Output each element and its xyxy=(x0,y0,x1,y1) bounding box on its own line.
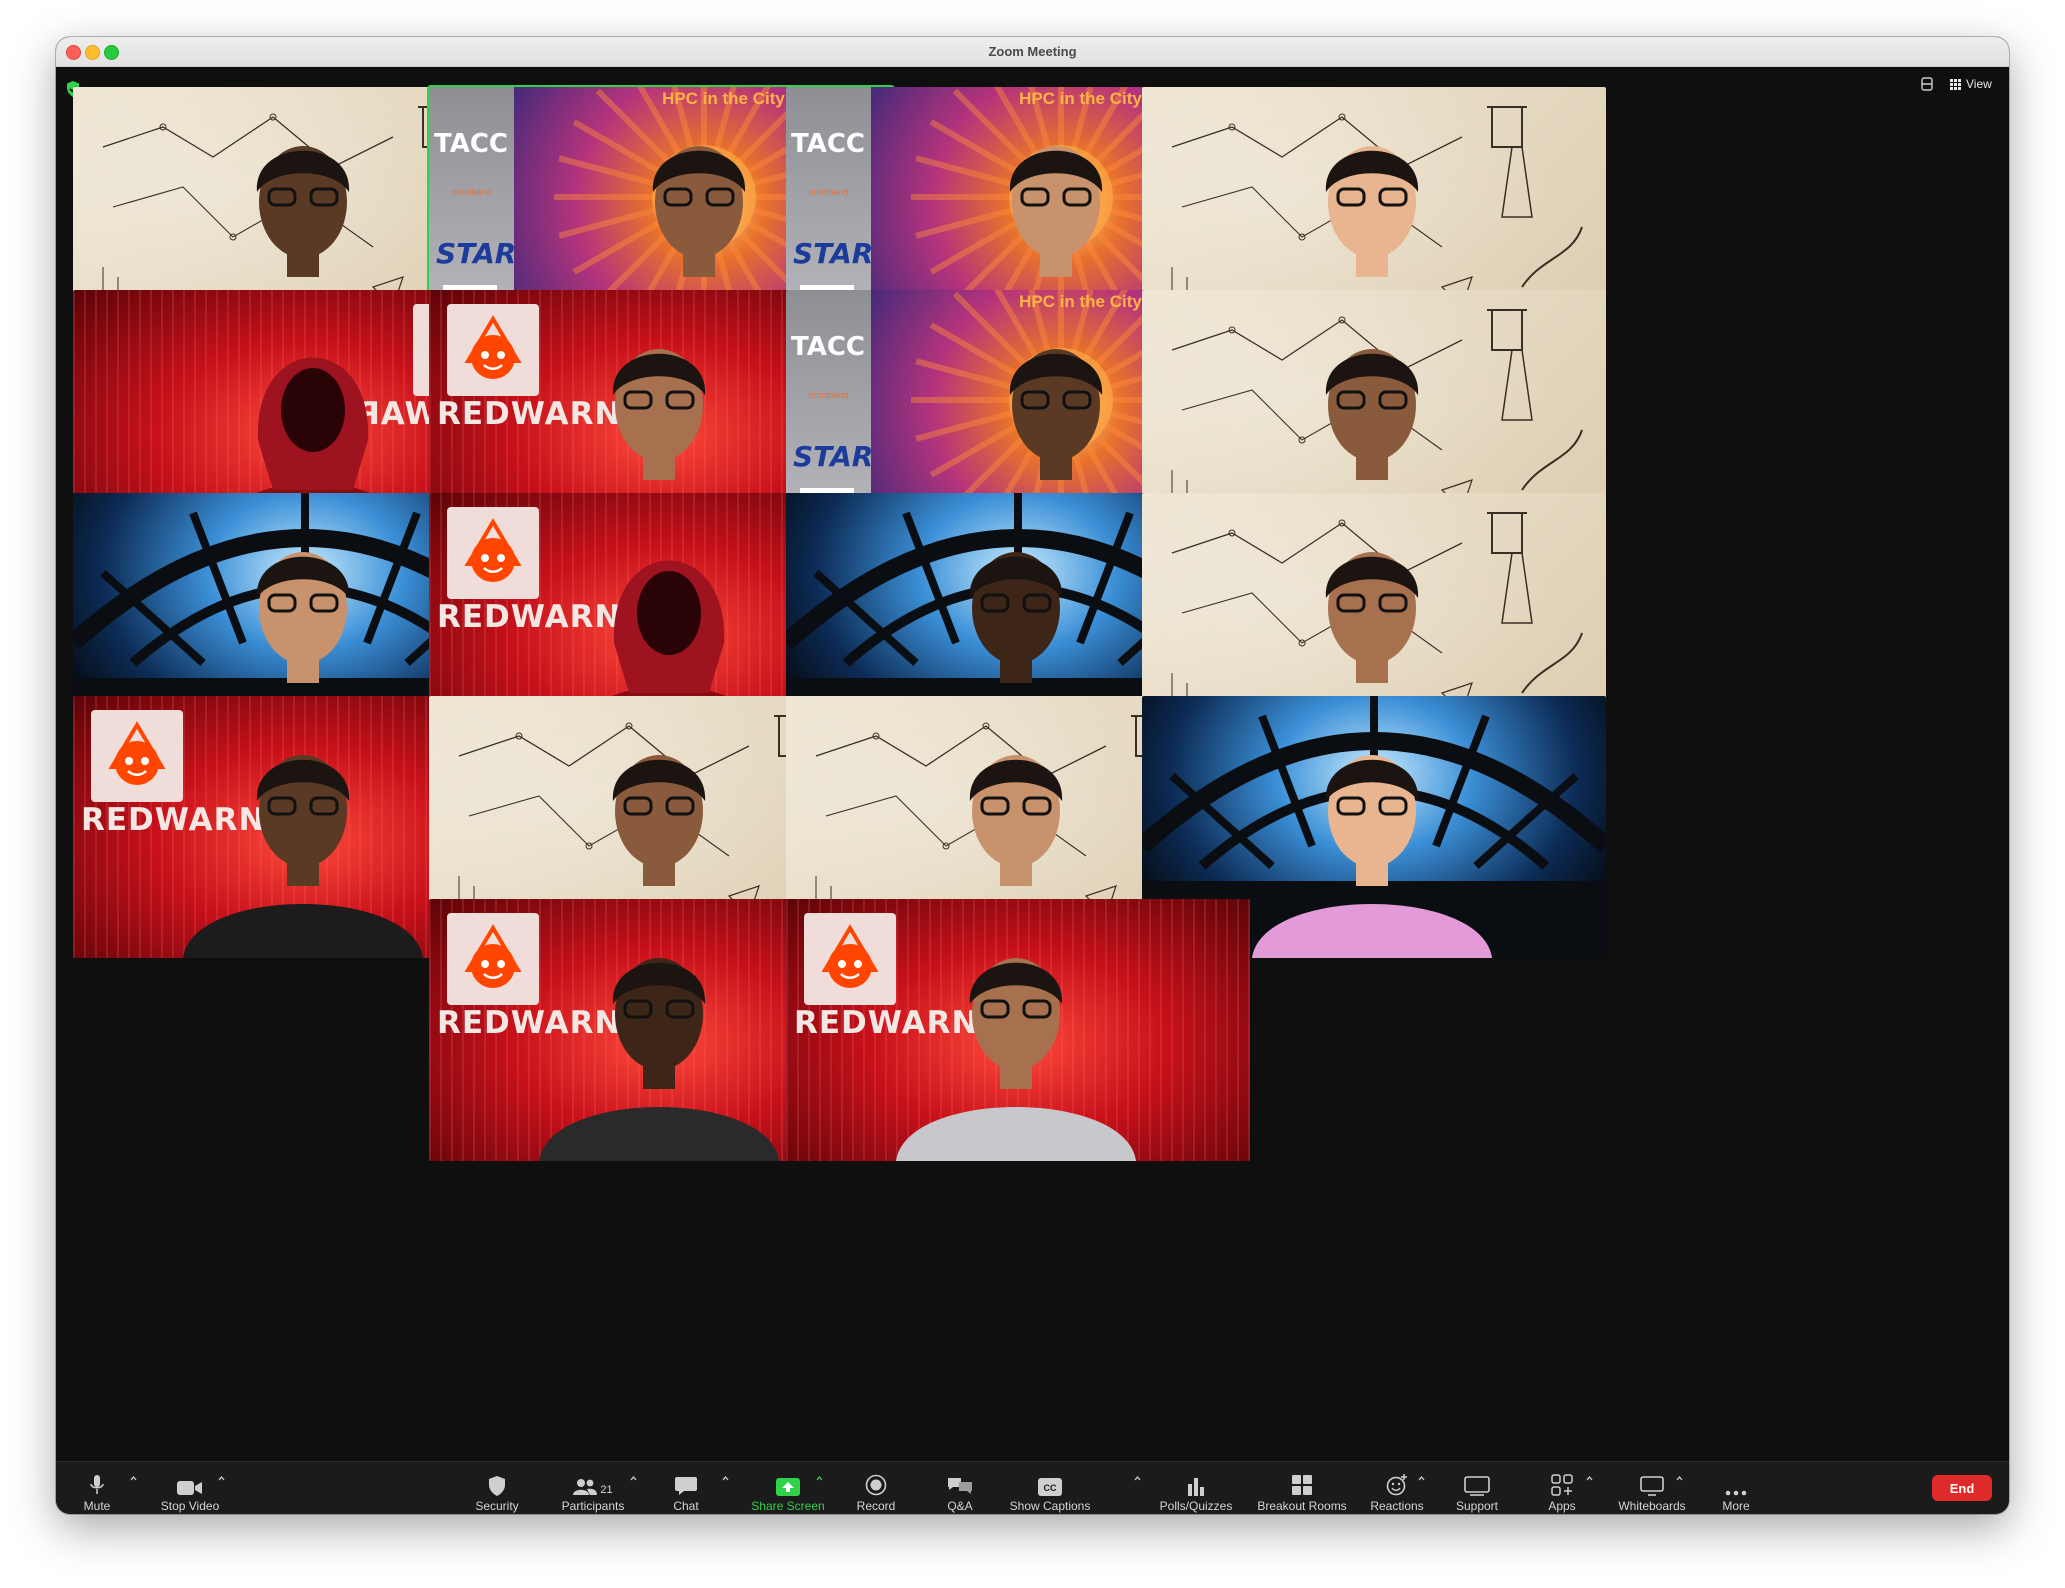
apps-options-chevron-icon[interactable] xyxy=(1586,1475,1593,1482)
svg-text:CC: CC xyxy=(1044,1483,1057,1493)
reactions-smiley-icon xyxy=(1386,1474,1407,1496)
apps-button[interactable]: Apps xyxy=(1530,1462,1594,1514)
whiteboards-label: Whiteboards xyxy=(1618,1499,1686,1513)
qa-label: Q&A xyxy=(947,1499,973,1513)
chat-button[interactable]: Chat xyxy=(656,1462,716,1514)
support-monitor-icon xyxy=(1464,1476,1490,1496)
breakout-rooms-grid-icon xyxy=(1292,1475,1312,1495)
record-button[interactable]: Record xyxy=(840,1462,912,1514)
stop-video-button[interactable]: Stop Video xyxy=(152,1462,228,1514)
whiteboards-options-chevron-icon[interactable] xyxy=(1676,1475,1683,1482)
polls-bar-chart-icon xyxy=(1188,1478,1204,1496)
grid-view-icon xyxy=(1950,78,1961,90)
participants-options-chevron-icon[interactable] xyxy=(630,1475,637,1482)
whiteboards-button[interactable]: Whiteboards xyxy=(1604,1462,1700,1514)
polls-quizzes-label: Polls/Quizzes xyxy=(1159,1499,1233,1513)
support-label: Support xyxy=(1455,1499,1499,1513)
participants-button[interactable]: 21 Participants xyxy=(548,1462,638,1514)
captions-options-chevron-icon[interactable] xyxy=(1134,1475,1141,1482)
more-button[interactable]: More xyxy=(1708,1462,1764,1514)
end-meeting-button[interactable]: End xyxy=(1932,1475,1992,1501)
closed-captions-icon: CC xyxy=(1038,1478,1062,1496)
record-icon xyxy=(865,1474,887,1496)
meeting-toolbar: Mute Stop Video Security 21 Participants… xyxy=(56,1461,2009,1514)
qa-bubbles-icon xyxy=(948,1478,972,1494)
reactions-button[interactable]: Reactions xyxy=(1362,1462,1432,1514)
more-label: More xyxy=(1722,1499,1750,1513)
participant-video-tile[interactable]: REDWARN xyxy=(786,899,1250,1161)
view-button[interactable]: View xyxy=(1950,74,1992,94)
mute-label: Mute xyxy=(83,1499,111,1513)
share-screen-arrow-icon xyxy=(776,1478,800,1496)
reactions-label: Reactions xyxy=(1370,1499,1424,1513)
show-captions-label: Show Captions xyxy=(1009,1499,1091,1513)
breakout-rooms-button[interactable]: Breakout Rooms xyxy=(1248,1462,1356,1514)
participant-silhouette xyxy=(896,958,1136,1161)
microphone-icon xyxy=(90,1475,104,1494)
stop-video-label: Stop Video xyxy=(160,1499,220,1513)
participants-icon xyxy=(573,1479,598,1495)
apps-icon xyxy=(1551,1474,1573,1496)
security-label: Security xyxy=(475,1499,519,1513)
chat-options-chevron-icon[interactable] xyxy=(722,1475,729,1482)
breakout-rooms-label: Breakout Rooms xyxy=(1257,1499,1347,1513)
window-title: Zoom Meeting xyxy=(988,44,1077,59)
security-button[interactable]: Security xyxy=(462,1462,532,1514)
video-options-chevron-icon[interactable] xyxy=(218,1475,225,1482)
polls-quizzes-button[interactable]: Polls/Quizzes xyxy=(1148,1462,1244,1514)
zoom-window: Zoom Meeting View TACC omniband STAR HPC in… xyxy=(56,37,2009,1514)
apps-label: Apps xyxy=(1548,1499,1576,1513)
video-camera-icon xyxy=(177,1481,202,1495)
share-screen-label: Share Screen xyxy=(751,1499,825,1513)
participants-count: 21 xyxy=(600,1484,613,1496)
more-ellipsis-icon xyxy=(1725,1490,1747,1496)
share-options-chevron-icon[interactable] xyxy=(816,1475,823,1482)
whiteboard-icon xyxy=(1640,1476,1664,1496)
share-screen-button[interactable]: Share Screen xyxy=(736,1462,840,1514)
qa-button[interactable]: Q&A xyxy=(932,1462,988,1514)
view-label: View xyxy=(1966,77,1992,91)
support-button[interactable]: Support xyxy=(1442,1462,1512,1514)
record-label: Record xyxy=(856,1499,896,1513)
show-captions-button[interactable]: CC Show Captions xyxy=(1000,1462,1100,1514)
title-bar: Zoom Meeting xyxy=(56,37,2009,67)
mute-button[interactable]: Mute xyxy=(69,1462,125,1514)
security-shield-icon xyxy=(489,1476,505,1496)
immersive-view-icon[interactable] xyxy=(1920,75,1934,93)
participants-label: Participants xyxy=(561,1499,625,1513)
chat-label: Chat xyxy=(673,1499,699,1513)
audio-options-chevron-icon[interactable] xyxy=(130,1475,137,1482)
chat-bubble-icon xyxy=(675,1477,697,1495)
reactions-options-chevron-icon[interactable] xyxy=(1418,1475,1425,1482)
